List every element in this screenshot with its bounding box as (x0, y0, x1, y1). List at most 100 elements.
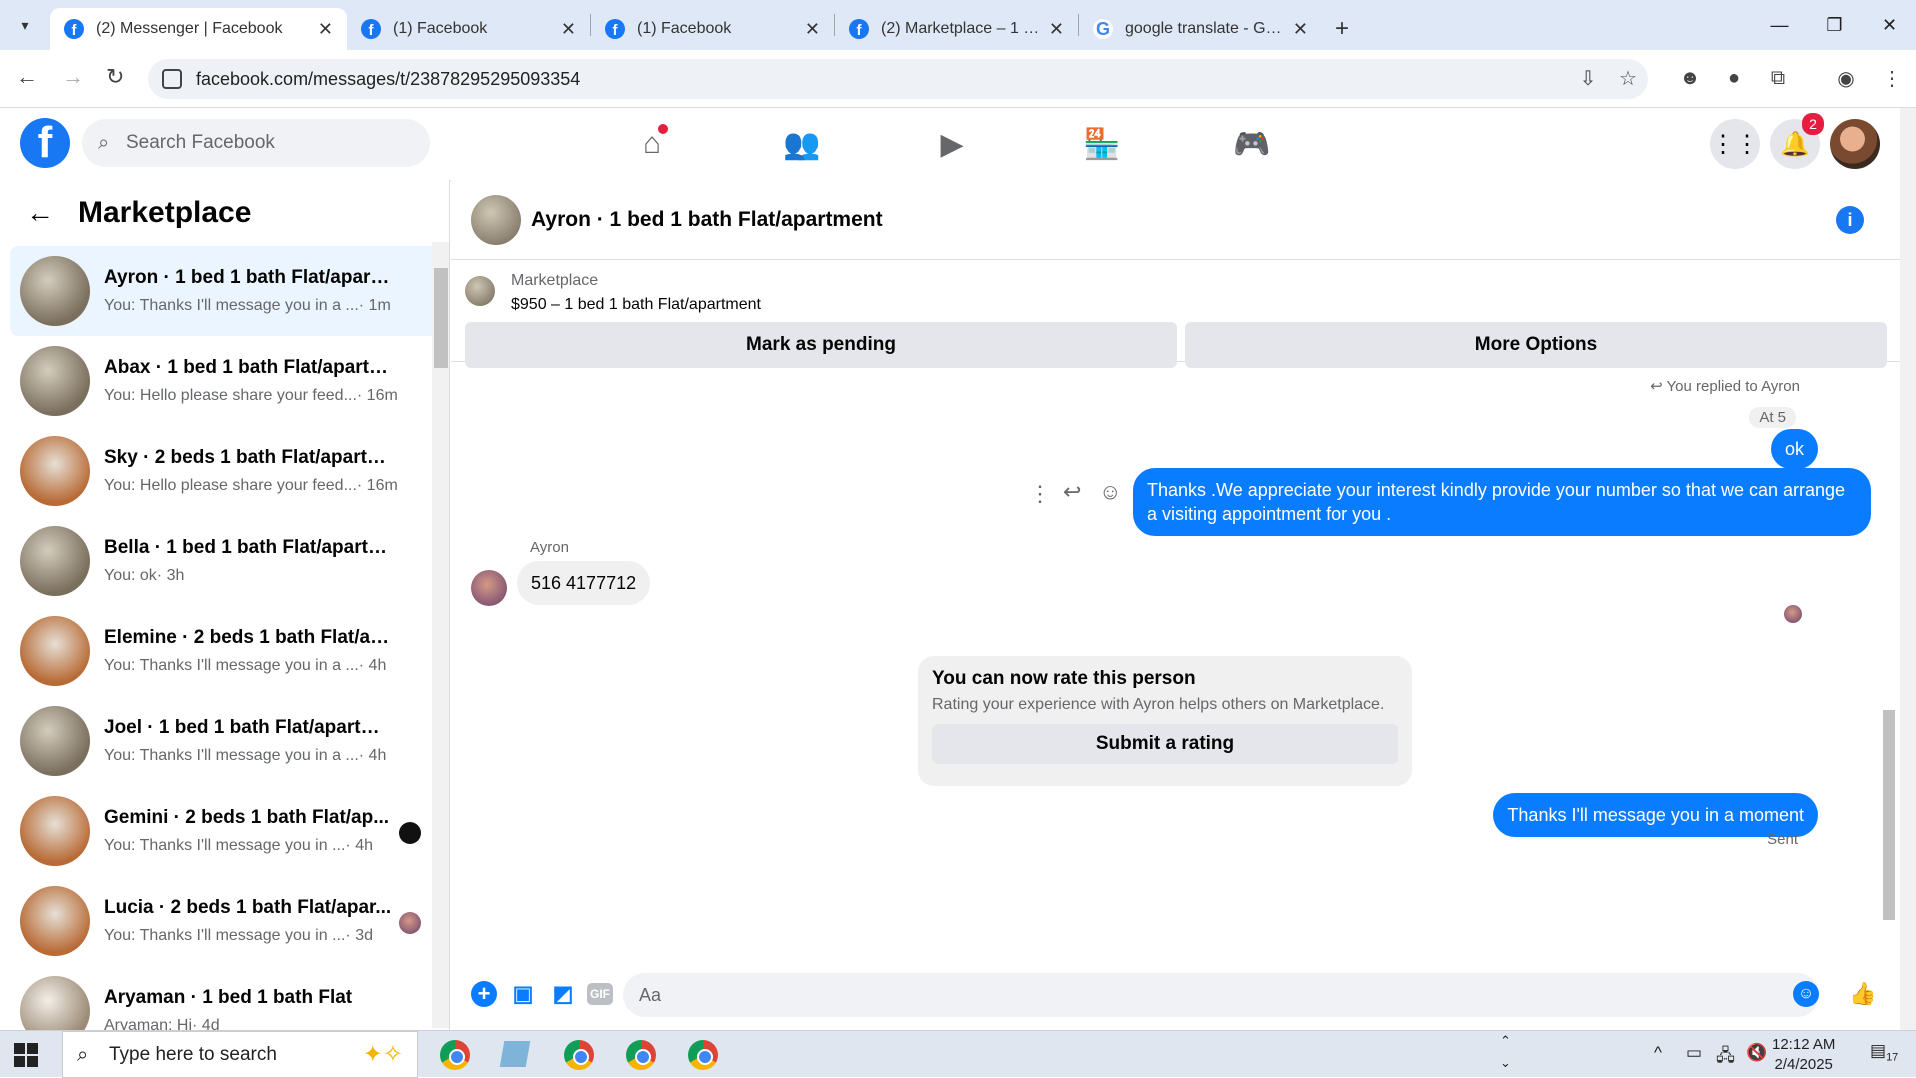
close-tab-icon[interactable]: ✕ (1049, 19, 1064, 40)
menu-grid-icon[interactable]: ⋮⋮ (1710, 119, 1760, 169)
extensions-puzzle-icon[interactable]: ⧉ (1766, 66, 1790, 90)
close-window-icon[interactable]: ✕ (1862, 0, 1916, 50)
system-clock[interactable]: 12:12 AM 2/4/2025 (1772, 1035, 1835, 1075)
scrollbar-thumb[interactable] (1883, 710, 1895, 920)
close-tab-icon[interactable]: ✕ (1293, 19, 1308, 40)
notification-center-icon[interactable]: ▤17 (1870, 1041, 1898, 1063)
reply-icon[interactable]: ↩ (1063, 479, 1081, 505)
browser-toolbar: ← → ↻ facebook.com/messages/t/2387829529… (0, 50, 1916, 108)
conversation-preview: Aryaman: Hi (104, 1017, 193, 1030)
forward-icon[interactable]: → (62, 64, 84, 90)
extension-robot-icon[interactable]: ☻ (1678, 66, 1702, 90)
windows-start-icon[interactable] (14, 1043, 38, 1067)
chat-title[interactable]: Ayron · 1 bed 1 bath Flat/apartment (531, 208, 883, 232)
network-icon[interactable]: 🖧 (1716, 1043, 1735, 1072)
show-hidden-icons-chevron-icon[interactable]: ^ (1654, 1043, 1662, 1063)
emoji-icon[interactable]: ☺ (1793, 981, 1819, 1007)
marketplace-nav-icon[interactable]: 🏪 (1072, 122, 1132, 166)
photo-icon[interactable]: ▣ (509, 980, 537, 1008)
reload-icon[interactable]: ↻ (106, 64, 124, 90)
search-input[interactable]: ⌕ Search Facebook (82, 119, 430, 167)
extension-cookie-icon[interactable]: ● (1722, 66, 1746, 90)
close-tab-icon[interactable]: ✕ (561, 19, 576, 40)
tab-title: (2) Messenger | Facebook (96, 20, 283, 37)
conversation-item[interactable]: Lucia · 2 beds 1 bath Flat/apar... You: T… (10, 876, 439, 966)
app-taskbar-icon[interactable] (499, 1041, 531, 1067)
chrome-taskbar-icon[interactable] (440, 1040, 470, 1070)
install-app-icon[interactable]: ⇩ (1576, 66, 1600, 90)
conversation-text: Gemini · 2 beds 1 bath Flat/ap... You: Th… (104, 807, 394, 855)
gaming-nav-icon[interactable]: 🎮 (1222, 122, 1282, 166)
sticker-icon[interactable]: ◩ (549, 980, 577, 1008)
chat-scrollbar[interactable] (1880, 380, 1898, 942)
listing-title[interactable]: $950 – 1 bed 1 bath Flat/apartment (511, 296, 761, 314)
address-bar[interactable]: facebook.com/messages/t/2387829529509335… (148, 59, 1648, 99)
conversation-item[interactable]: Bella · 1 bed 1 bath Flat/apartme... You:… (10, 516, 439, 606)
browser-tab[interactable]: f (2) Messenger | Facebook ✕ (50, 8, 347, 50)
site-info-icon[interactable] (162, 69, 182, 89)
tab-search-chevron-icon[interactable]: ▾ (0, 0, 50, 50)
battery-icon[interactable]: ▭ (1686, 1043, 1702, 1063)
notifications-bell-icon[interactable]: 🔔 2 (1770, 113, 1824, 169)
conversation-item[interactable]: Abax · 1 bed 1 bath Flat/apartm... You: H… (10, 336, 439, 426)
like-thumb-icon[interactable]: 👍 (1849, 980, 1877, 1008)
account-avatar[interactable] (1830, 119, 1880, 169)
conversation-item[interactable]: Sky · 2 beds 1 bath Flat/apartme... You: … (10, 426, 439, 516)
conversation-item[interactable]: Ayron · 1 bed 1 bath Flat/apartm... You: … (10, 246, 439, 336)
home-nav-icon[interactable]: ⌂ (622, 122, 682, 166)
conversation-time: · 3h (156, 567, 185, 584)
react-emoji-icon[interactable]: ☺ (1099, 479, 1121, 505)
sidebar-scrollbar[interactable] (432, 242, 449, 1028)
browser-tab[interactable]: G google translate - Google Search ✕ (1079, 8, 1322, 50)
conversation-item[interactable]: Aryaman · 1 bed 1 bath Flat Aryaman: Hi· … (10, 966, 439, 1030)
scroll-down-icon[interactable]: ⌄ (1500, 1055, 1511, 1071)
close-tab-icon[interactable]: ✕ (805, 19, 820, 40)
close-tab-icon[interactable]: ✕ (318, 19, 333, 40)
outgoing-message-bubble[interactable]: Thanks .We appreciate your interest kind… (1133, 468, 1871, 536)
message-input[interactable]: Aa (623, 973, 1819, 1017)
video-nav-icon[interactable]: ▶ (922, 122, 982, 166)
facebook-logo-icon[interactable]: f (20, 118, 70, 168)
submit-rating-button[interactable]: Submit a rating (932, 724, 1398, 764)
volume-muted-icon[interactable]: 🔇 (1746, 1043, 1767, 1063)
add-plus-icon[interactable]: + (471, 981, 497, 1007)
tab-title: (2) Marketplace – 1 bed 1 bath (881, 20, 1041, 37)
info-icon[interactable]: i (1836, 206, 1864, 234)
taskbar-search-input[interactable]: ⌕ Type here to search ✦✧ (62, 1031, 418, 1078)
chrome-taskbar-icon[interactable] (564, 1040, 594, 1070)
restore-icon[interactable]: ❐ (1807, 0, 1862, 50)
conversation-item[interactable]: Gemini · 2 beds 1 bath Flat/ap... You: Th… (10, 786, 439, 876)
bookmark-star-icon[interactable]: ☆ (1616, 66, 1640, 90)
back-arrow-icon[interactable]: ← (26, 197, 54, 229)
browser-tab[interactable]: f (1) Facebook ✕ (591, 8, 834, 50)
scrollbar-thumb[interactable] (434, 268, 448, 368)
more-actions-icon[interactable]: ⋮ (1029, 481, 1051, 507)
gif-icon[interactable]: GIF (587, 983, 613, 1005)
mark-pending-button[interactable]: Mark as pending (465, 322, 1177, 368)
scroll-up-icon[interactable]: ⌃ (1500, 1033, 1511, 1049)
unread-dot-icon (399, 822, 421, 844)
new-tab-icon[interactable]: + (1322, 8, 1362, 50)
browser-tab[interactable]: f (2) Marketplace – 1 bed 1 bath ✕ (835, 8, 1078, 50)
browser-menu-icon[interactable]: ⋮ (1880, 66, 1904, 90)
conversation-name: Bella · 1 bed 1 bath Flat/apartme... (104, 537, 394, 558)
back-icon[interactable]: ← (16, 64, 38, 90)
minimize-icon[interactable]: — (1752, 0, 1807, 50)
quoted-message-bubble[interactable]: ok (1770, 429, 1818, 469)
chrome-taskbar-icon[interactable] (688, 1040, 718, 1070)
chrome-taskbar-icon[interactable] (626, 1040, 656, 1070)
sender-avatar[interactable] (471, 570, 507, 606)
quoted-message-label: At 5 (1749, 407, 1796, 428)
conversation-text: Lucia · 2 beds 1 bath Flat/apar... You: T… (104, 897, 394, 945)
conversation-item[interactable]: Elemine · 2 beds 1 bath Flat/apa... You: … (10, 606, 439, 696)
marketplace-label: Marketplace (511, 272, 599, 289)
browser-tab[interactable]: f (1) Facebook ✕ (347, 8, 590, 50)
more-options-button[interactable]: More Options (1185, 322, 1887, 368)
page-scrollbar[interactable] (1900, 108, 1916, 1030)
listing-thumbnail[interactable] (465, 276, 495, 306)
profile-icon[interactable]: ◉ (1834, 66, 1858, 90)
listing-photo[interactable] (471, 194, 521, 245)
conversation-item[interactable]: Joel · 1 bed 1 bath Flat/apartment You: T… (10, 696, 439, 786)
incoming-message-bubble[interactable]: 516 4177712 (517, 561, 651, 605)
friends-nav-icon[interactable]: 👥 (772, 122, 832, 166)
